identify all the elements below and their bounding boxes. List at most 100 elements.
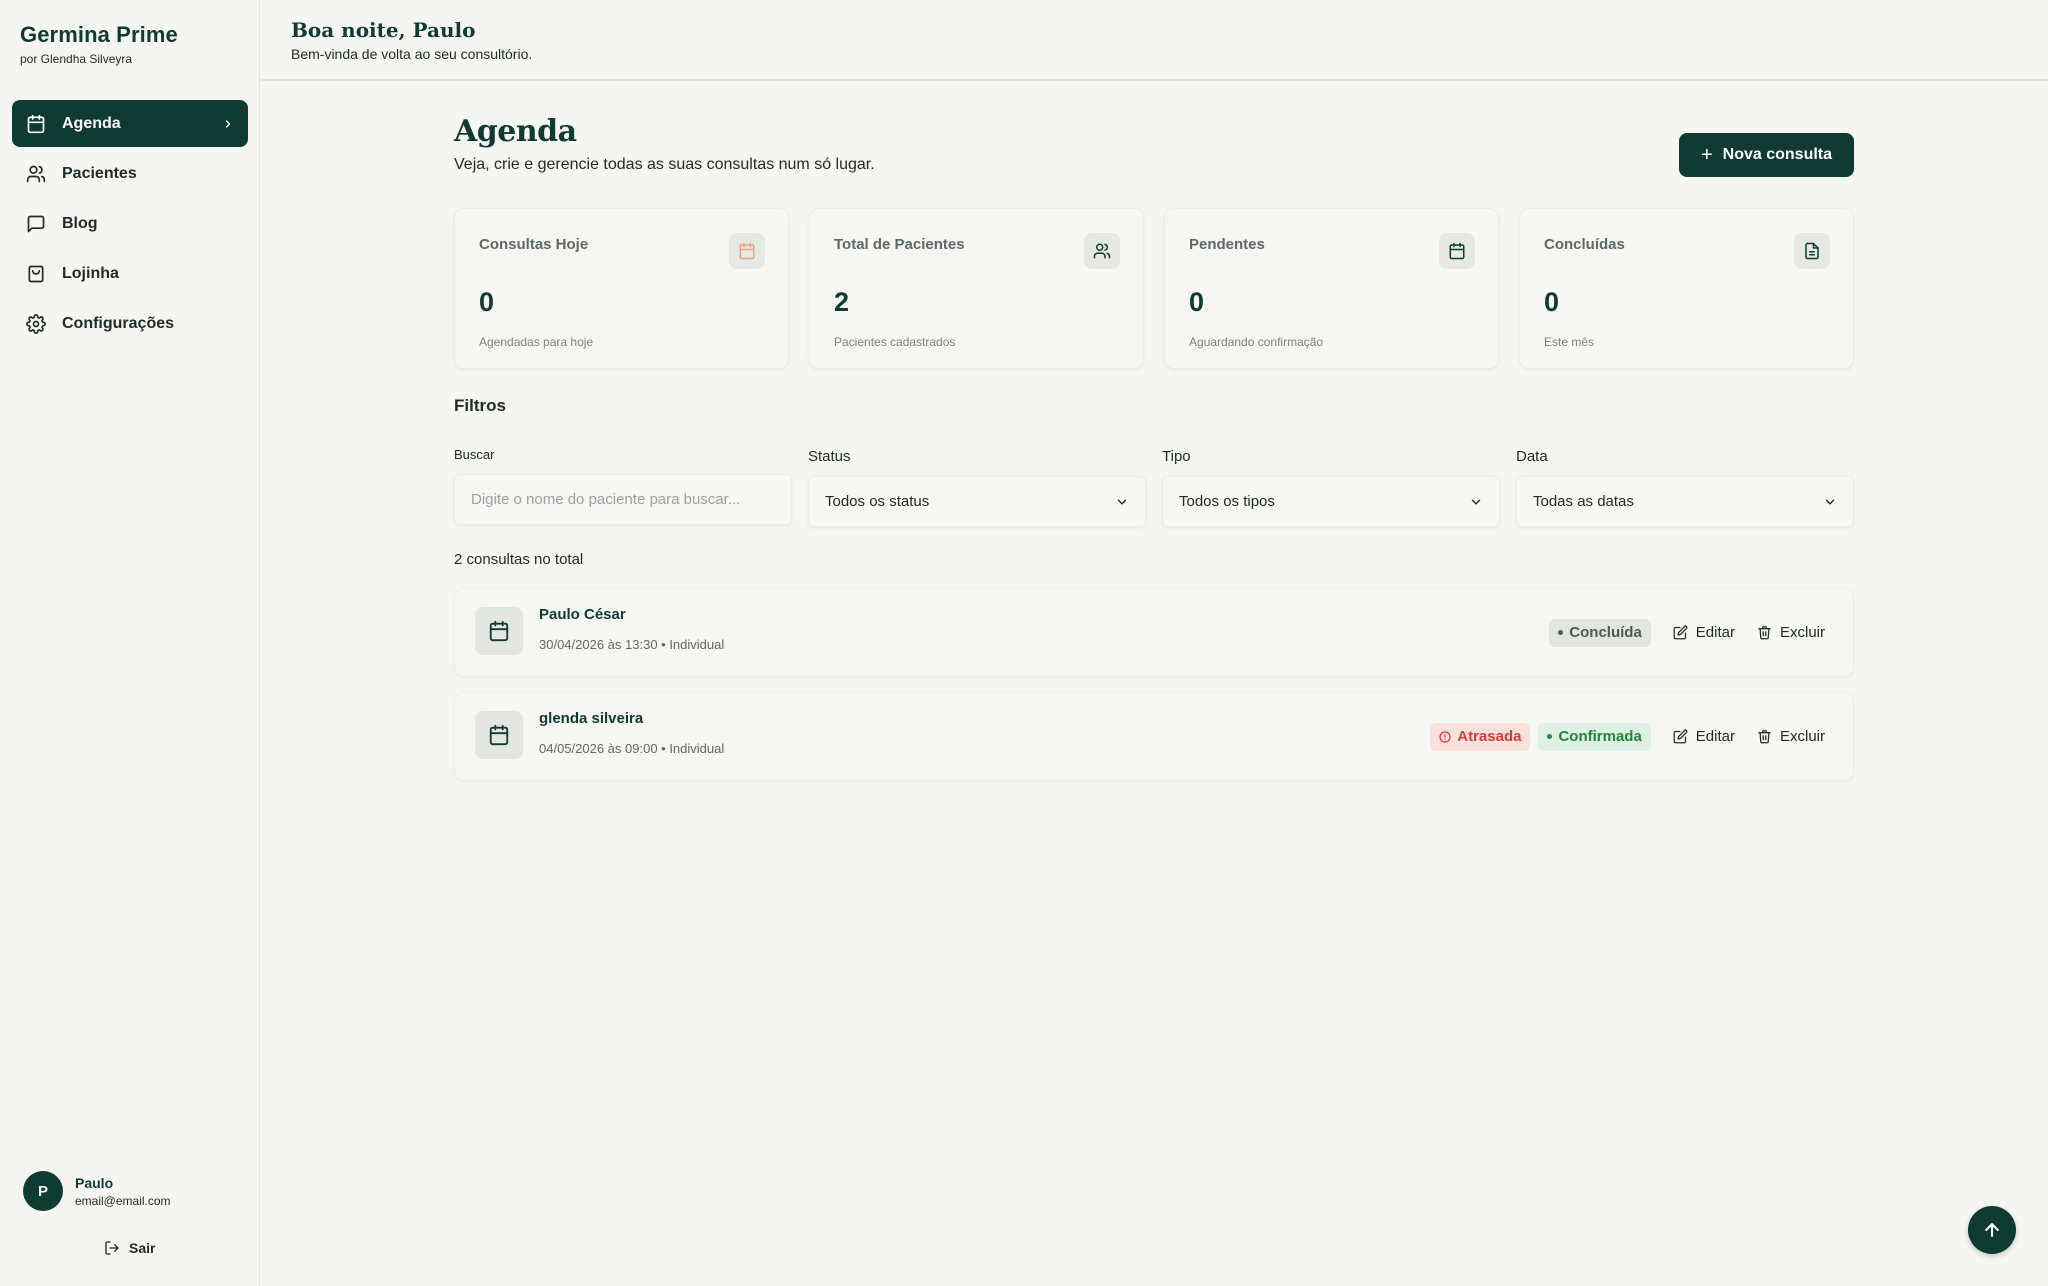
filter-label: Buscar (454, 447, 495, 462)
trash-icon (1757, 729, 1772, 744)
chevron-down-icon (1823, 495, 1837, 509)
patient-name: glenda silveira (539, 710, 644, 727)
filter-label: Data (1516, 448, 1548, 465)
avatar: P (23, 1171, 63, 1211)
stat-card-patients: Total de Pacientes 2 Pacientes cadastrad… (809, 208, 1144, 369)
search-input[interactable]: Digite o nome do paciente para buscar... (454, 474, 792, 525)
top-header: Boa noite, Paulo Bem-vinda de volta ao s… (261, 0, 2048, 81)
page-title: Agenda (454, 114, 577, 149)
brand[interactable]: Germina Prime por Glendha Silveyra (20, 22, 178, 66)
users-icon (26, 164, 46, 184)
filters-row: Buscar Digite o nome do paciente para bu… (454, 447, 1854, 530)
brand-subtitle: por Glendha Silveyra (20, 52, 133, 66)
stat-description: Pacientes cadastrados (834, 335, 956, 349)
sidebar-item-pacientes[interactable]: Pacientes (12, 150, 248, 197)
user-name: Paulo (75, 1174, 114, 1191)
delete-button[interactable]: Excluir (1757, 728, 1825, 745)
sidebar-item-label: Agenda (62, 114, 121, 132)
dot-icon (1558, 630, 1564, 635)
status-badge-label: Confirmada (1558, 728, 1642, 745)
stat-card-today: Consultas Hoje 0 Agendadas para hoje (454, 208, 789, 369)
status-badge: Confirmada (1538, 722, 1651, 751)
logout-button[interactable]: Sair (104, 1240, 155, 1256)
status-select-value: Todos os status (825, 493, 930, 510)
list-item[interactable]: Paulo César 30/04/2026 às 13:30 • Indivi… (454, 588, 1854, 677)
brand-name: Germina Prime (20, 22, 178, 47)
sidebar-item-label: Blog (62, 214, 98, 232)
chevron-down-icon (1115, 495, 1129, 509)
logout-icon (104, 1240, 120, 1256)
sidebar: Germina Prime por Glendha Silveyra Agend… (0, 0, 260, 1286)
late-badge-label: Atrasada (1457, 728, 1522, 745)
sidebar-item-lojinha[interactable]: Lojinha (12, 250, 248, 297)
user-profile[interactable]: P Paulo email@email.com (23, 1171, 171, 1211)
edit-label: Editar (1695, 624, 1735, 641)
calendar-icon (26, 114, 46, 134)
filter-search: Buscar Digite o nome do paciente para bu… (454, 447, 792, 530)
new-appointment-button[interactable]: + Nova consulta (1679, 133, 1854, 177)
scroll-to-top-button[interactable] (1968, 1206, 2016, 1254)
stat-label: Pendentes (1189, 236, 1265, 253)
stat-card-pending: Pendentes 0 Aguardando confirmação (1164, 208, 1499, 369)
stat-label: Total de Pacientes (834, 236, 965, 253)
stat-value: 0 (1189, 287, 1205, 317)
delete-label: Excluir (1779, 728, 1825, 745)
gear-icon (26, 313, 46, 334)
stat-description: Este mês (1544, 335, 1595, 349)
stat-value: 0 (479, 287, 495, 317)
greeting: Boa noite, Paulo (291, 18, 476, 42)
filter-status: Status Todos os status (808, 448, 1146, 530)
alert-circle-icon (1439, 730, 1451, 743)
row-actions: Concluída Editar Excluir (1541, 589, 1825, 676)
sidebar-nav: Agenda Pacientes Blog Lojinha Configuraç… (12, 100, 248, 350)
plus-icon: + (1700, 144, 1713, 166)
edit-button[interactable]: Editar (1673, 624, 1735, 641)
list-item[interactable]: glenda silveira 04/05/2026 às 09:00 • In… (454, 692, 1854, 781)
delete-button[interactable]: Excluir (1757, 624, 1825, 641)
users-icon (1084, 233, 1120, 269)
appointment-meta: 30/04/2026 às 13:30 • Individual (539, 637, 725, 652)
user-info: Paulo email@email.com (75, 1175, 171, 1208)
edit-icon (1673, 625, 1688, 640)
stats-row: Consultas Hoje 0 Agendadas para hoje Tot… (454, 208, 1854, 369)
sidebar-item-agenda[interactable]: Agenda (12, 100, 248, 147)
calendar-icon (1439, 233, 1475, 269)
sidebar-item-label: Pacientes (62, 164, 137, 182)
sidebar-item-blog[interactable]: Blog (12, 200, 248, 247)
date-select[interactable]: Todas as datas (1516, 476, 1854, 527)
filter-label: Tipo (1162, 448, 1191, 465)
stat-description: Aguardando confirmação (1189, 335, 1324, 349)
status-select[interactable]: Todos os status (808, 476, 1146, 527)
stat-value: 0 (1544, 287, 1560, 317)
filter-type: Tipo Todos os tipos (1162, 448, 1500, 530)
sidebar-item-configuracoes[interactable]: Configurações (12, 300, 248, 347)
user-email: email@email.com (75, 1193, 171, 1208)
chevron-down-icon (1469, 495, 1483, 509)
stat-description: Agendadas para hoje (479, 335, 594, 349)
row-actions: Atrasada Confirmada Editar Excluir (1422, 693, 1825, 780)
sidebar-item-label: Configurações (62, 314, 175, 332)
type-select[interactable]: Todos os tipos (1162, 476, 1500, 527)
chevron-right-icon (222, 118, 234, 130)
trash-icon (1757, 625, 1772, 640)
calendar-icon (475, 607, 523, 655)
delete-label: Excluir (1779, 624, 1825, 641)
type-select-value: Todos os tipos (1179, 493, 1275, 510)
stat-label: Consultas Hoje (479, 236, 589, 253)
arrow-up-icon (1985, 1223, 1999, 1237)
edit-label: Editar (1695, 728, 1735, 745)
late-badge: Atrasada (1430, 722, 1531, 751)
edit-button[interactable]: Editar (1673, 728, 1735, 745)
date-select-value: Todas as datas (1533, 493, 1634, 510)
stat-value: 2 (834, 287, 850, 317)
page-subtitle: Veja, crie e gerencie todas as suas cons… (454, 156, 875, 173)
dot-icon (1547, 734, 1553, 739)
filters-title: Filtros (454, 396, 506, 415)
document-icon (1794, 233, 1830, 269)
shopping-bag-icon (26, 264, 46, 284)
message-square-icon (26, 214, 46, 234)
logout-label: Sair (129, 1240, 156, 1256)
appointment-meta: 04/05/2026 às 09:00 • Individual (539, 741, 725, 756)
calendar-icon (729, 233, 765, 269)
calendar-icon (475, 711, 523, 759)
